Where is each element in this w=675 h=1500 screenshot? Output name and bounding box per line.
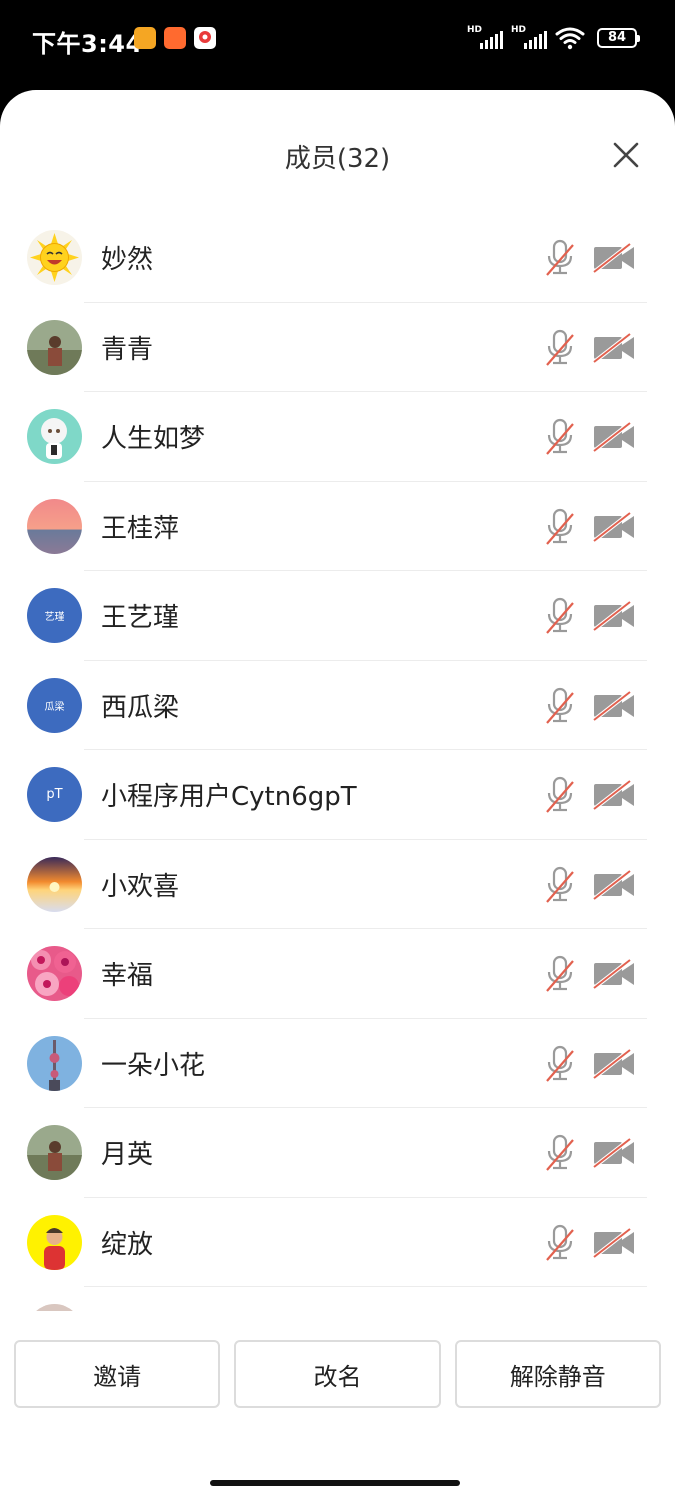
mic-muted-icon[interactable] (544, 955, 576, 993)
member-row[interactable]: 王桂萍 (0, 482, 675, 571)
member-row[interactable]: 小欢喜 (0, 840, 675, 929)
member-row[interactable]: 人生如梦 (0, 392, 675, 482)
member-row[interactable]: 月英 (0, 1108, 675, 1198)
camera-off-icon[interactable] (592, 331, 636, 364)
avatar (27, 498, 82, 554)
avatar (27, 409, 82, 464)
status-time: 下午3:44 (32, 30, 143, 58)
camera-off-icon[interactable] (592, 242, 636, 274)
member-name: 绽放 (101, 1229, 154, 1260)
sheet-header: 成员(32) (0, 90, 675, 220)
map-app-icon (194, 27, 216, 49)
member-row[interactable]: 青青 (0, 303, 675, 392)
camera-off-icon[interactable] (592, 1226, 636, 1259)
avatar (27, 1304, 82, 1311)
status-indicators: HD HD 84 (467, 25, 640, 50)
member-name: 王桂萍 (101, 513, 180, 544)
member-name: 小欢喜 (101, 871, 180, 902)
camera-off-icon[interactable] (592, 421, 636, 453)
unmute-button[interactable]: 解除静音 (454, 1340, 661, 1408)
member-row-partial[interactable] (0, 1287, 675, 1311)
cell-signal-1-icon: HD (467, 25, 503, 49)
battery-icon: 84 (597, 28, 640, 48)
member-name: 王艺瑾 (101, 603, 180, 633)
mic-muted-icon[interactable] (544, 866, 576, 904)
bottom-actions: 邀请 改名 解除静音 (14, 1340, 661, 1408)
member-row[interactable]: 艺瑾 王艺瑾 (0, 571, 675, 661)
notes-app-icon (134, 27, 156, 49)
member-row[interactable]: 妙然 (0, 213, 675, 303)
member-name: 幸福 (101, 961, 154, 991)
member-row[interactable]: 绽放 (0, 1198, 675, 1287)
rename-button[interactable]: 改名 (234, 1340, 441, 1408)
cell-signal-2-icon: HD (511, 25, 547, 49)
close-icon[interactable] (611, 140, 641, 170)
member-row[interactable]: pT 小程序用户Cytn6gpT (0, 750, 675, 840)
camera-off-icon[interactable] (592, 1047, 636, 1080)
camera-off-icon[interactable] (592, 779, 636, 811)
camera-off-icon[interactable] (592, 958, 636, 990)
mic-muted-icon[interactable] (544, 329, 576, 367)
avatar: pT (27, 767, 82, 822)
member-row[interactable]: 一朵小花 (0, 1019, 675, 1108)
member-name: 青青 (101, 334, 154, 365)
camera-off-icon[interactable] (592, 510, 636, 543)
status-bar: 下午3:44 HD HD 84 (0, 0, 675, 80)
member-name: 妙然 (101, 245, 154, 275)
mic-muted-icon[interactable] (544, 1134, 576, 1172)
avatar (27, 1214, 82, 1270)
avatar (27, 946, 82, 1001)
avatar: 瓜梁 (27, 677, 82, 733)
mic-muted-icon[interactable] (544, 1045, 576, 1083)
member-name: 一朵小花 (101, 1050, 206, 1081)
mic-muted-icon[interactable] (544, 1224, 576, 1262)
mic-muted-icon[interactable] (544, 239, 576, 277)
mic-muted-icon[interactable] (544, 508, 576, 546)
member-row[interactable]: 幸福 (0, 929, 675, 1019)
avatar (27, 230, 82, 285)
status-app-icons (134, 27, 216, 49)
avatar (27, 319, 82, 375)
camera-off-icon[interactable] (592, 1137, 636, 1169)
mic-muted-icon[interactable] (544, 418, 576, 456)
sheet-title: 成员(32) (284, 144, 391, 174)
avatar (27, 1125, 82, 1180)
member-name: 小程序用户Cytn6gpT (101, 782, 357, 812)
avatar (27, 1035, 82, 1091)
camera-off-icon[interactable] (592, 868, 636, 901)
home-indicator[interactable] (210, 1480, 460, 1486)
mic-muted-icon[interactable] (544, 687, 576, 725)
mic-muted-icon[interactable] (544, 597, 576, 635)
mic-muted-icon[interactable] (544, 776, 576, 814)
members-sheet: 成员(32) 妙然 青青 人生如梦 王桂萍 艺瑾 王艺瑾 瓜梁 西瓜梁 pT 小程序用户Cytn6… (0, 90, 675, 1500)
avatar (27, 856, 82, 912)
member-name: 人生如梦 (101, 424, 206, 454)
member-name: 月英 (101, 1140, 154, 1170)
shopping-app-icon (164, 27, 186, 49)
wifi-icon (555, 27, 585, 50)
avatar: 艺瑾 (27, 588, 82, 643)
camera-off-icon[interactable] (592, 600, 636, 632)
member-name: 西瓜梁 (101, 692, 180, 723)
camera-off-icon[interactable] (592, 689, 636, 722)
member-list[interactable]: 妙然 青青 人生如梦 王桂萍 艺瑾 王艺瑾 瓜梁 西瓜梁 pT 小程序用户Cytn6gpT 小欢喜幸… (0, 213, 675, 1311)
invite-button[interactable]: 邀请 (14, 1340, 221, 1408)
member-row[interactable]: 瓜梁 西瓜梁 (0, 661, 675, 750)
